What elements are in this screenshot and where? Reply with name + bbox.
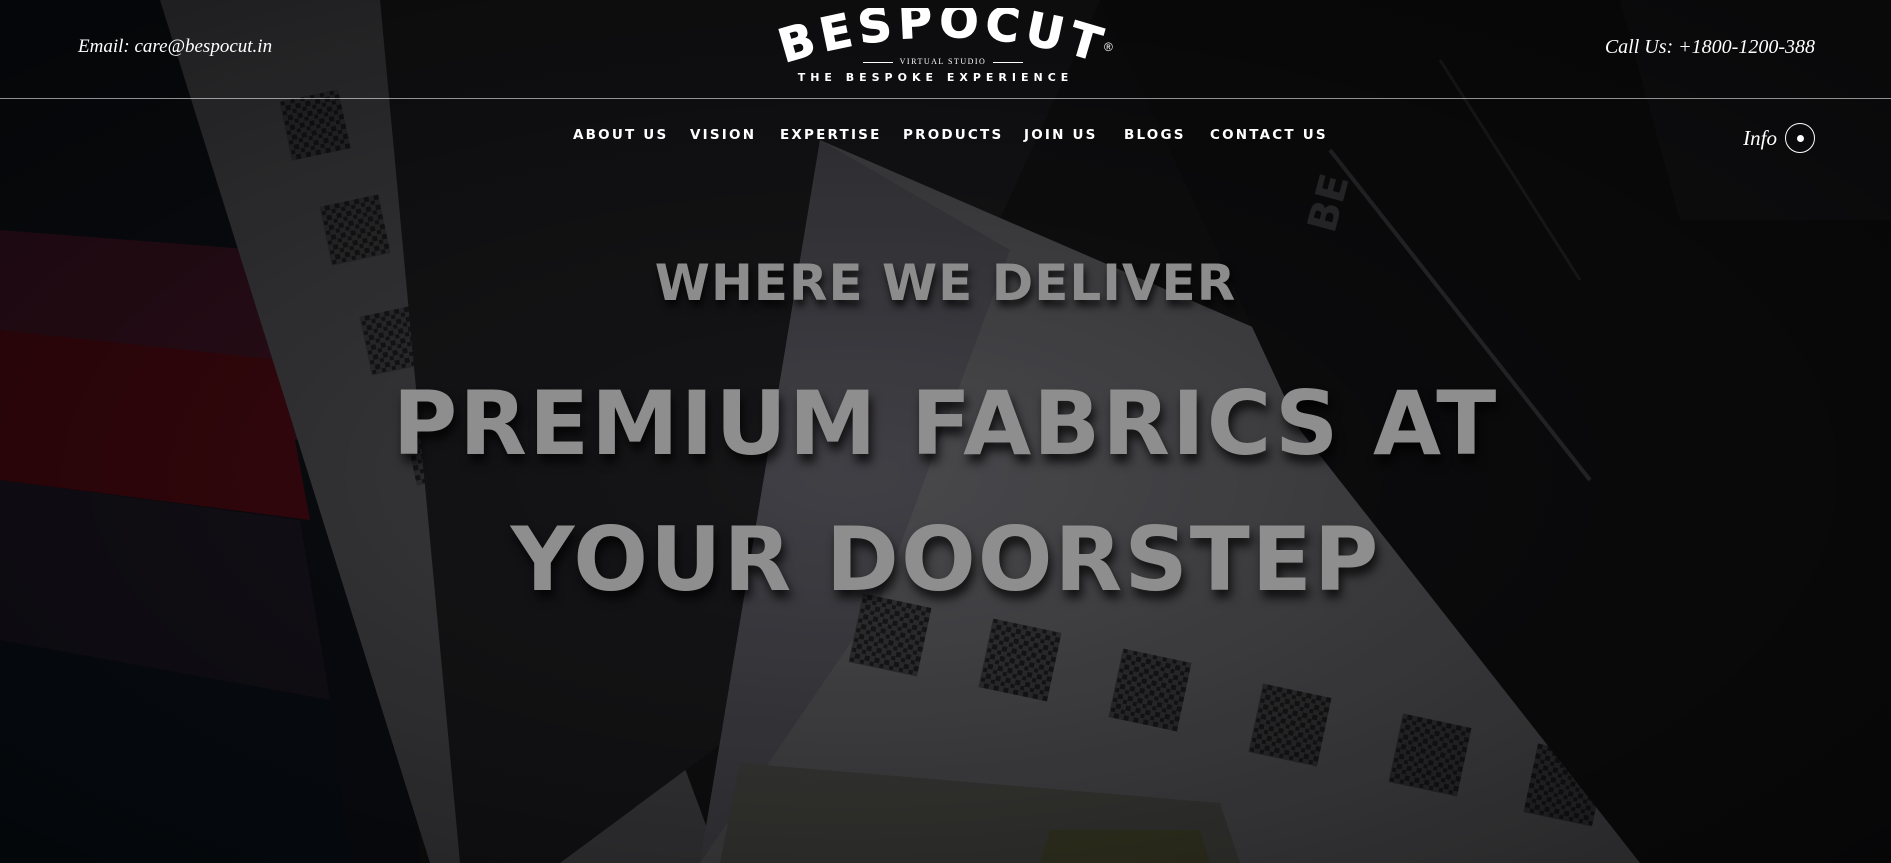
registered-mark: ®: [1104, 40, 1113, 54]
dot-circle-icon[interactable]: [1785, 123, 1815, 153]
nav-item-blogs[interactable]: BLOGS: [1124, 127, 1186, 143]
top-bar: Email: care@bespocut.in BESPOCUT ® VIRTU…: [0, 0, 1891, 99]
nav-item-join-us[interactable]: JOIN US: [1024, 127, 1098, 143]
nav-item-about-us[interactable]: ABOUT US: [573, 127, 668, 143]
nav-item-contact-us[interactable]: CONTACT US: [1210, 127, 1328, 143]
hero-headline-line-1: PREMIUM FABRICS AT: [392, 372, 1499, 475]
hero-headline-line-2: YOUR DOORSTEP: [510, 508, 1381, 611]
nav-item-vision[interactable]: VISION: [690, 127, 756, 143]
info-dot: [1796, 134, 1804, 142]
info-toggle[interactable]: Info: [1743, 121, 1815, 155]
email-link[interactable]: Email: care@bespocut.in: [78, 36, 272, 58]
logo-tagline: THE BESPOKE EXPERIENCE: [797, 71, 1074, 84]
hero-eyebrow: WHERE WE DELIVER: [654, 254, 1237, 312]
phone-link[interactable]: Call Us: +1800-1200-388: [1605, 36, 1815, 59]
bespocut-logo[interactable]: BESPOCUT ® VIRTUAL STUDIO THE BESPOKE EX…: [778, 8, 1118, 88]
logo-divider-right: [993, 62, 1023, 63]
logo-studio-row: VIRTUAL STUDIO: [863, 56, 1023, 68]
hero-headline: PREMIUM FABRICS AT YOUR DOORSTEP: [0, 356, 1891, 628]
nav-item-expertise[interactable]: EXPERTISE: [780, 127, 882, 143]
info-label: Info: [1743, 125, 1777, 150]
main-nav: ABOUT US VISION EXPERTISE PRODUCTS JOIN …: [0, 127, 1891, 151]
nav-item-products[interactable]: PRODUCTS: [903, 127, 1003, 143]
